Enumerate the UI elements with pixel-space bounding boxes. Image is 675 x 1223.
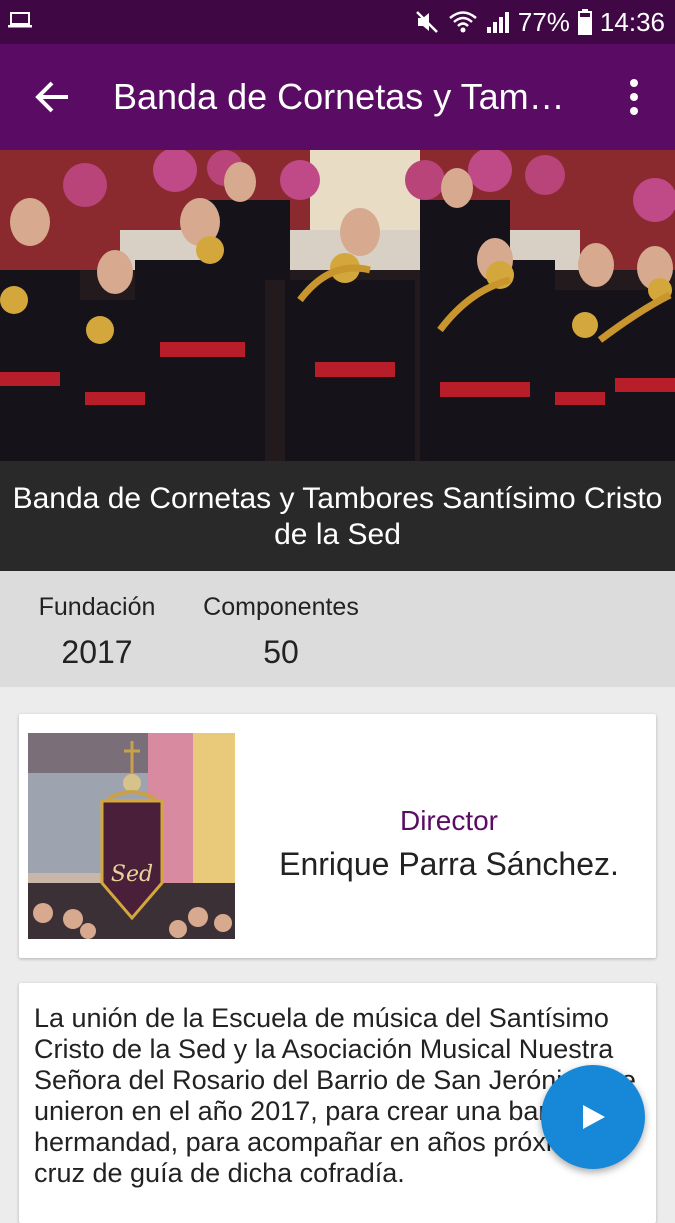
stat-label: Fundación <box>38 593 156 621</box>
battery-percent: 77% <box>517 6 570 37</box>
director-role: Director <box>399 805 498 836</box>
director-photo: Sed <box>28 733 235 939</box>
app-bar: Banda de Cornetas y Tambores Santísimo C… <box>0 44 675 150</box>
battery-icon <box>577 9 592 35</box>
laptop-icon <box>8 12 32 28</box>
wifi-icon <box>449 11 477 33</box>
page-title: Banda de Cornetas y Tambores Santísimo C… <box>113 76 583 117</box>
stat-members: Componentes 50 <box>186 591 376 673</box>
stat-label: Componentes <box>203 593 359 621</box>
svg-text:Sed: Sed <box>111 862 153 887</box>
back-arrow-icon[interactable] <box>30 74 76 120</box>
status-bar: 77% 14:36 <box>0 0 675 44</box>
stats-bar: Fundación 2017 Componentes 50 <box>0 571 675 687</box>
signal-icon <box>486 12 509 33</box>
band-caption: Banda de Cornetas y Tambores Santísimo C… <box>0 461 675 571</box>
stat-value: 50 <box>263 634 299 670</box>
mute-icon <box>415 11 438 33</box>
more-vert-icon[interactable] <box>616 74 652 120</box>
play-icon <box>583 1105 605 1129</box>
stat-value: 2017 <box>61 634 133 670</box>
stat-foundation: Fundación 2017 <box>22 591 172 673</box>
band-photo <box>0 150 675 461</box>
play-button[interactable] <box>541 1065 645 1169</box>
director-card[interactable]: Sed Director Enrique Parra Sánchez. <box>19 714 656 958</box>
director-name: Enrique Parra Sánchez. <box>279 846 619 882</box>
clock: 14:36 <box>599 6 665 37</box>
